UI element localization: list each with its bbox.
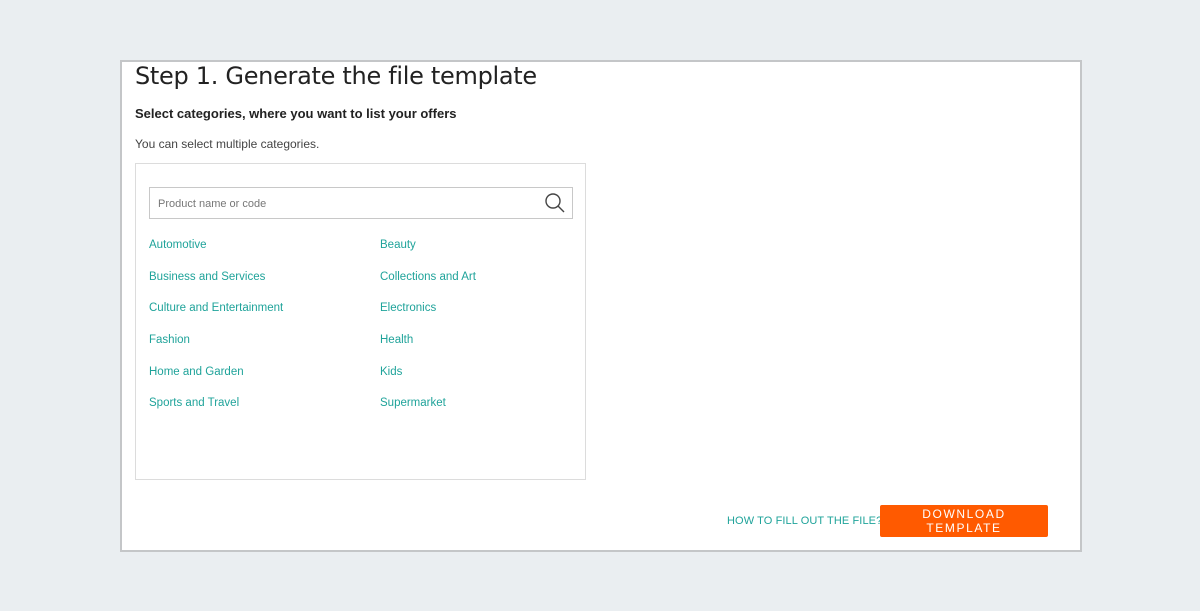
category-culture-and-entertainment[interactable]: Culture and Entertainment <box>149 302 283 314</box>
category-sports-and-travel[interactable]: Sports and Travel <box>149 397 239 409</box>
category-kids[interactable]: Kids <box>380 366 402 378</box>
search-field[interactable] <box>149 187 573 220</box>
how-to-fill-link[interactable]: HOW TO FILL OUT THE FILE? <box>727 515 882 527</box>
category-business-and-services[interactable]: Business and Services <box>149 271 265 283</box>
category-supermarket[interactable]: Supermarket <box>380 397 446 409</box>
category-electronics[interactable]: Electronics <box>380 302 436 314</box>
page-title: Step 1. Generate the file template <box>135 62 537 90</box>
section-subtitle: Select categories, where you want to lis… <box>135 106 457 121</box>
category-collections-and-art[interactable]: Collections and Art <box>380 271 476 283</box>
category-home-and-garden[interactable]: Home and Garden <box>149 366 244 378</box>
hint-text: You can select multiple categories. <box>135 137 320 151</box>
step-panel: Step 1. Generate the file template Selec… <box>120 60 1082 552</box>
category-beauty[interactable]: Beauty <box>380 239 416 251</box>
category-health[interactable]: Health <box>380 334 413 346</box>
download-template-button[interactable]: DOWNLOAD TEMPLATE <box>880 505 1048 537</box>
search-icon[interactable] <box>544 192 566 214</box>
category-fashion[interactable]: Fashion <box>149 334 190 346</box>
category-selector: Automotive Beauty Business and Services … <box>135 163 586 480</box>
category-automotive[interactable]: Automotive <box>149 239 207 251</box>
search-input[interactable] <box>156 188 530 220</box>
